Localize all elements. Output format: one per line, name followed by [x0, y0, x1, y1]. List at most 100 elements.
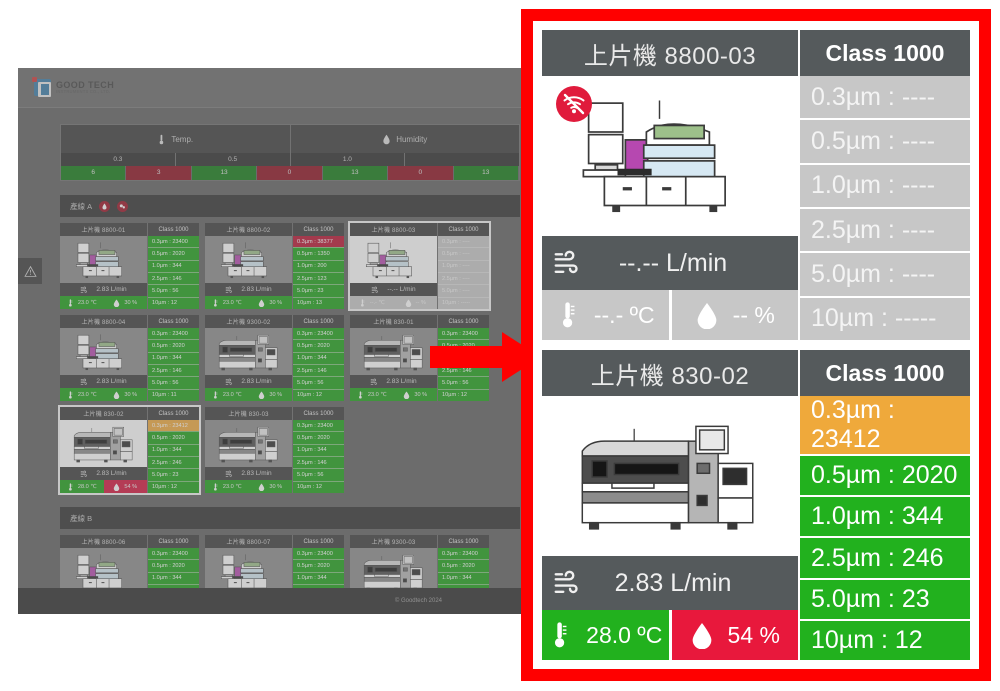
particle-row: 0.3µm : 38377 — [293, 236, 344, 249]
machine-card[interactable]: 上片機 8800-03 Class 1000 --.-- L/min --.- … — [348, 221, 491, 311]
airflow-icon — [80, 470, 88, 478]
summary-column-header: 1.0 — [291, 153, 406, 166]
particle-list: 0.3µm : 23412 0.5µm : 2020 1.0µm : 344 2.5µ… — [798, 396, 970, 661]
flow-value: 2.83 L/min — [96, 286, 127, 293]
brand-subtitle: INSTRUMENTS CO., LTD. — [56, 89, 111, 95]
airflow-icon — [371, 286, 379, 294]
machine-image — [350, 236, 437, 283]
humidity-cell: 54 % — [103, 480, 147, 493]
temperature-value: --.- ℃ — [369, 299, 385, 306]
machine-card[interactable]: 上片機 8800-04 Class 1000 2.83 L/min 23.0 ℃… — [60, 315, 199, 401]
particle-row: 5.0µm : 23 — [148, 469, 199, 482]
machine-illustration-printer — [75, 553, 122, 590]
machine-image — [60, 328, 147, 375]
app-footer: © Goodtech 2024 — [18, 588, 538, 614]
machine-title: 上片機 830-02 — [542, 350, 798, 396]
particle-row: 1.0µm : 344 — [293, 572, 344, 585]
particle-row: 5.0µm : 56 — [148, 377, 199, 390]
machine-card[interactable]: 上片機 9300-02 Class 1000 2.83 L/min 23.0 ℃… — [205, 315, 344, 401]
machine-card-header: 上片機 8800-02 Class 1000 — [205, 223, 344, 236]
cleanroom-class: Class 1000 — [437, 223, 489, 236]
alarm-tab[interactable] — [18, 258, 42, 284]
machine-image — [60, 236, 147, 283]
temperature-value: 23.0 ℃ — [222, 483, 242, 490]
humidity-icon — [259, 299, 265, 307]
flow-row: --.-- L/min — [350, 283, 437, 296]
summary-strip: Temp. Humidity 0.3 0.5 1.0 6 3 13 0 13 0… — [60, 124, 520, 181]
flow-value: 2.83 L/min — [96, 470, 127, 477]
particle-row: 0.3µm : 23400 — [293, 420, 344, 433]
flow-value: 2.83 L/min — [386, 378, 417, 385]
particle-row: 0.5µm : 2020 — [800, 456, 970, 498]
airflow-icon — [552, 568, 582, 598]
flow-value: 2.83 L/min — [241, 470, 272, 477]
machine-card[interactable]: 上片機 8800-01 Class 1000 2.83 L/min 23.0 ℃… — [60, 223, 199, 309]
machine-card-header: 上片機 9300-03 Class 1000 — [350, 535, 489, 548]
particle-row: 0.5µm : 2020 — [438, 560, 489, 573]
particle-row: 1.0µm : 344 — [148, 260, 199, 273]
cleanroom-class: Class 1000 — [437, 315, 489, 328]
flow-row: 2.83 L/min — [205, 467, 292, 480]
humidity-cell: 30 % — [248, 296, 292, 309]
humidity-value: 30 % — [124, 299, 138, 306]
particle-row: 5.0µm : 56 — [293, 469, 344, 482]
machine-title: 上片機 9300-02 — [205, 315, 292, 328]
temperature-cell: 23.0 ℃ — [60, 388, 104, 401]
airflow-icon — [225, 470, 233, 477]
airflow-icon — [225, 286, 233, 293]
particle-row: 2.5µm : ---- — [438, 272, 489, 286]
temperature-cell: 23.0 ℃ — [350, 388, 394, 401]
thermometer-icon — [159, 134, 164, 144]
humidity-value: 54 % — [727, 621, 780, 648]
thermometer-icon — [555, 622, 567, 648]
particle-row: 10µm : 12 — [148, 481, 199, 493]
particle-list: 0.3µm : 234000.5µm : 20201.0µm : 3442.5µ… — [292, 420, 344, 493]
particle-row: 10µm : ----- — [800, 297, 970, 340]
machine-illustration-mounter — [581, 425, 754, 530]
machine-card[interactable]: 上片機 8800-02 Class 1000 2.83 L/min 23.0 ℃… — [205, 223, 344, 309]
particle-row: 0.3µm : 23400 — [148, 236, 199, 249]
humidity-icon — [259, 391, 265, 399]
cleanroom-class: Class 1000 — [147, 315, 199, 328]
cleanroom-class: Class 1000 — [798, 30, 970, 76]
humidity-alarm-icon — [99, 200, 111, 212]
summary-group-humidity: Humidity — [291, 125, 520, 153]
machine-card-zoomed[interactable]: 上片機 8800-03 Class 1000 --.-- L/min --.- … — [542, 30, 970, 340]
particle-row: 2.5µm : ---- — [800, 208, 970, 254]
flow-row: 2.83 L/min — [60, 283, 147, 296]
machine-illustration-mounter — [73, 426, 132, 462]
humidity-icon — [114, 391, 120, 399]
flow-row: 2.83 L/min — [542, 556, 798, 610]
temperature-value: 28.0 ℃ — [77, 483, 97, 490]
particle-row: 0.5µm : 2020 — [293, 432, 344, 445]
line-header-a: 產線 A — [60, 195, 520, 217]
machine-title: 上片機 830-01 — [350, 315, 437, 328]
machine-card[interactable]: 上片機 830-03 Class 1000 2.83 L/min 23.0 ℃ … — [205, 407, 344, 493]
flow-value: 2.83 L/min — [96, 378, 127, 385]
summary-ok-count: 13 — [453, 166, 519, 180]
particle-list: 0.3µm : 234000.5µm : 20201.0µm : 3442.5µ… — [147, 236, 199, 309]
particle-list: 0.3µm : ---- 0.5µm : ---- 1.0µm : ---- 2.5µ… — [437, 236, 489, 309]
summary-group-label: Temp. — [171, 134, 194, 144]
summary-ng-count: 0 — [388, 166, 454, 180]
cleanroom-class: Class 1000 — [437, 535, 489, 548]
machine-card[interactable]: 上片機 830-02 Class 1000 2.83 L/min 28.0 ℃ … — [58, 405, 201, 495]
brand-logo: GOOD TECH INSTRUMENTS CO., LTD. — [32, 77, 114, 97]
humidity-cell: 30 % — [248, 480, 292, 493]
machine-card-header: 上片機 8800-03 Class 1000 — [350, 223, 489, 236]
machine-illustration-printer — [365, 241, 412, 278]
machine-card-zoomed[interactable]: 上片機 830-02 Class 1000 2.83 L/min 28.0 ºC… — [542, 350, 970, 661]
machine-illustration-mounter — [218, 426, 277, 462]
airflow-icon — [225, 378, 233, 385]
copyright-text: © Goodtech 2024 — [394, 598, 442, 604]
particle-row: 10µm : 12 — [293, 389, 344, 401]
airflow-icon — [225, 378, 233, 386]
airflow-icon — [80, 470, 88, 477]
humidity-icon — [114, 299, 120, 307]
particle-row: 1.0µm : 200 — [293, 260, 344, 273]
particle-row: 2.5µm : 146 — [148, 272, 199, 286]
flow-row: 2.83 L/min — [205, 375, 292, 388]
particle-row: 0.5µm : 2020 — [148, 432, 199, 445]
airflow-icon — [372, 286, 379, 293]
machine-card-header: 上片機 830-02 Class 1000 — [542, 350, 970, 396]
